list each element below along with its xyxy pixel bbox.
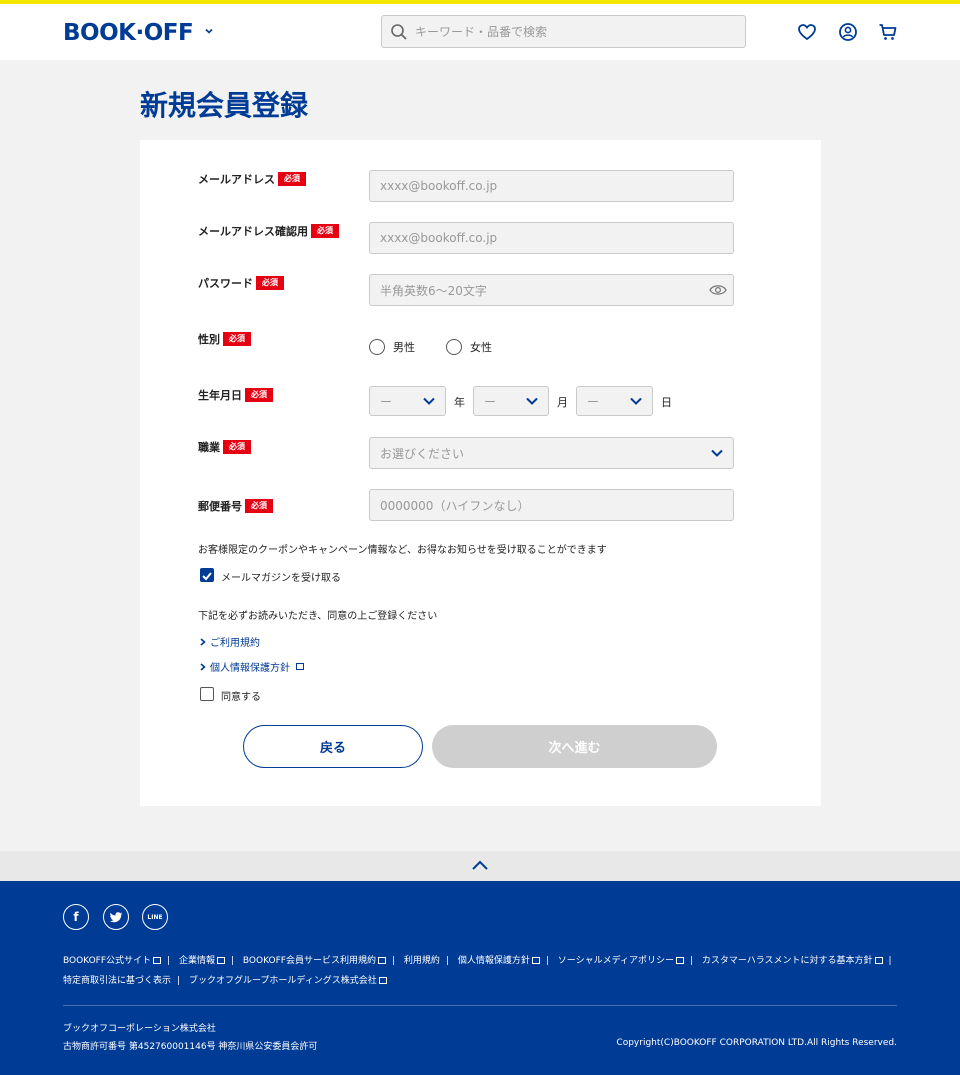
day-unit: 日 [661, 396, 672, 409]
footer-link[interactable]: 特定商取引法に基づく表示 [63, 976, 171, 986]
external-link-icon [378, 977, 387, 984]
footer-link[interactable]: 企業情報 [179, 956, 225, 966]
footer-divider [63, 1005, 897, 1006]
gender-radio-male[interactable]: 男性 [369, 339, 415, 355]
newsletter-checkbox[interactable] [200, 568, 214, 582]
next-button[interactable]: 次へ進む [432, 725, 717, 768]
external-link-icon [874, 957, 883, 964]
email-confirm-label: メールアドレス確認用 必須 [198, 223, 339, 239]
external-link-icon [531, 957, 540, 964]
line-icon[interactable]: LINE [142, 904, 168, 930]
user-icon[interactable] [838, 22, 858, 42]
external-link-icon [296, 663, 304, 670]
chevron-right-icon [200, 662, 206, 671]
required-badge: 必須 [223, 440, 251, 454]
footer-link[interactable]: カスタマーハラスメントに対する基本方針 [702, 956, 883, 966]
external-link-icon [377, 957, 386, 964]
chevron-down-icon[interactable] [204, 26, 214, 36]
privacy-policy-link[interactable]: 個人情報保護方針 [200, 659, 304, 674]
radio-circle[interactable] [369, 339, 385, 355]
footer-links: BOOKOFF公式サイト | 企業情報 | BOOKOFF会員サービス利用規約 | 利… [63, 956, 892, 986]
logo-text: BOOK·OFF [63, 20, 194, 46]
external-link-icon [216, 957, 225, 964]
zip-label: 郵便番号 必須 [198, 498, 273, 514]
header: BOOK·OFF [0, 4, 960, 60]
footer-link[interactable]: BOOKOFF会員サービス利用規約 [243, 956, 386, 966]
required-badge: 必須 [311, 224, 339, 238]
footer-link[interactable]: 利用規約 [404, 956, 440, 966]
registration-form: メールアドレス 必須 xxxx@bookoff.co.jp メールアドレス確認用必… [140, 140, 821, 806]
email-label: メールアドレス 必須 [198, 171, 306, 187]
month-unit: 月 [557, 396, 568, 409]
newsletter-note: お客様限定のクーポンやキャンペーン情報など、お得なお知らせを受け取ることができま… [198, 545, 607, 556]
back-to-top-bar[interactable] [0, 851, 960, 881]
required-badge: 必須 [245, 499, 273, 513]
gender-label: 性別 必須 [198, 331, 251, 347]
required-badge: 必須 [245, 388, 273, 402]
password-field[interactable]: 半角英数6～20文字 [369, 274, 734, 306]
cart-icon[interactable] [878, 22, 898, 42]
email-confirm-field[interactable]: xxxx@bookoff.co.jp [369, 222, 734, 254]
footer-link[interactable]: 個人情報保護方針 [458, 956, 540, 966]
agree-note: 下記を必ずお読みいただき、同意の上ご登録ください [198, 611, 438, 622]
birth-year-select[interactable]: ー [369, 386, 446, 416]
search-input[interactable] [415, 16, 735, 47]
heart-icon[interactable] [797, 22, 817, 42]
birthday-label: 生年月日 必須 [198, 387, 273, 403]
external-link-icon [675, 957, 684, 964]
password-label: パスワード 必須 [198, 275, 284, 291]
chevron-down-icon [526, 397, 538, 405]
required-badge: 必須 [223, 332, 251, 346]
twitter-bird-icon [109, 911, 122, 922]
email-field[interactable]: xxxx@bookoff.co.jp [369, 170, 734, 202]
chevron-down-icon [423, 397, 435, 405]
chevron-right-icon [200, 637, 206, 646]
search-icon[interactable] [390, 23, 408, 41]
zip-field[interactable]: 0000000（ハイフンなし） [369, 489, 734, 521]
required-badge: 必須 [256, 276, 284, 290]
agree-checkbox[interactable] [200, 687, 214, 701]
year-unit: 年 [454, 396, 465, 409]
copyright: Copyright(C)BOOKOFF CORPORATION LTD.All … [616, 1038, 897, 1048]
birth-month-select[interactable]: ー [473, 386, 549, 416]
agree-label[interactable]: 同意する [221, 688, 261, 703]
external-link-icon [153, 957, 162, 964]
birth-day-select[interactable]: ー [576, 386, 653, 416]
gender-radio-female[interactable]: 女性 [446, 339, 492, 355]
terms-link[interactable]: ご利用規約 [200, 634, 260, 649]
footer-link[interactable]: ブックオフグループホールディングス株式会社 [189, 976, 387, 986]
chevron-up-icon[interactable] [471, 859, 489, 871]
check-icon [202, 572, 212, 581]
occupation-label: 職業 必須 [198, 439, 251, 455]
page-title: 新規会員登録 [140, 89, 309, 122]
back-button[interactable]: 戻る [243, 725, 423, 768]
bookoff-logo[interactable]: BOOK·OFF [63, 18, 194, 48]
license-number: 古物商許可番号 第452760001146号 神奈川県公安委員会許可 [63, 1042, 318, 1052]
twitter-icon[interactable] [103, 904, 129, 930]
chevron-down-icon [711, 449, 723, 457]
facebook-icon[interactable]: f [63, 904, 89, 930]
footer: f LINE BOOKOFF公式サイト | 企業情報 | BOOKOFF会員サービス… [0, 881, 960, 1075]
footer-link[interactable]: BOOKOFF公式サイト [63, 956, 162, 966]
newsletter-label[interactable]: メールマガジンを受け取る [221, 569, 341, 584]
occupation-select[interactable]: お選びください [369, 437, 734, 469]
search-box [381, 15, 746, 48]
footer-link[interactable]: ソーシャルメディアポリシー [558, 956, 684, 966]
company-name: ブックオフコーポレーション株式会社 [63, 1024, 216, 1034]
chevron-down-icon [630, 397, 642, 405]
required-badge: 必須 [278, 172, 306, 186]
radio-circle[interactable] [446, 339, 462, 355]
company-info: ブックオフコーポレーション株式会社 古物商許可番号 第452760001146号… [63, 1020, 317, 1056]
eye-icon[interactable] [709, 283, 727, 297]
